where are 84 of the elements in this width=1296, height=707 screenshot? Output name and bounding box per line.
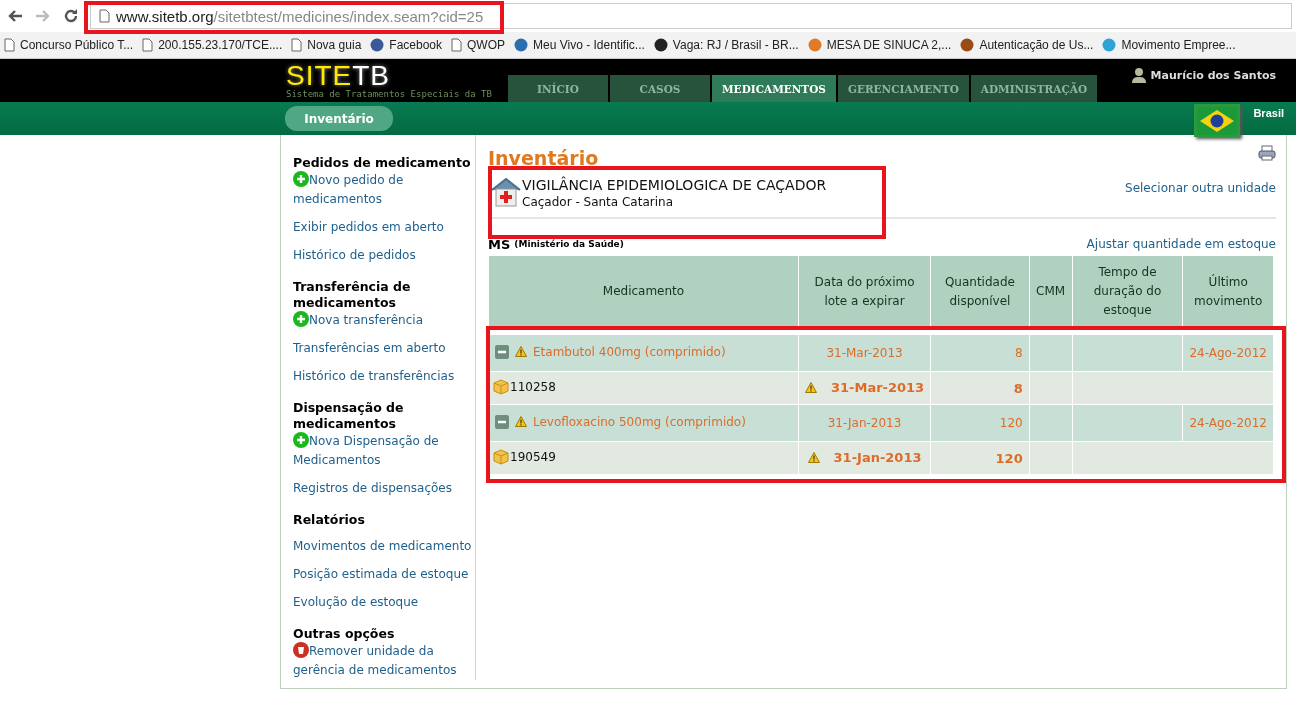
table-cell: 31-Mar-2013 [798, 335, 931, 371]
sidebar-link[interactable]: Histórico de pedidos [293, 246, 475, 265]
bookmark[interactable]: QWOP [451, 38, 505, 52]
sidebar-link[interactable]: Registros de dispensações [293, 479, 475, 498]
page-icon [99, 9, 110, 23]
collapse-icon[interactable] [495, 414, 509, 429]
table-cell: 120 [931, 405, 1029, 441]
table-cell: 24-Ago-2012 [1183, 335, 1273, 371]
table-cell: 8 [931, 335, 1029, 371]
address-bar[interactable]: www.sitetb.org/sitetbtest/medicines/index.seam?cid=25 [90, 3, 1292, 29]
page-icon [291, 38, 303, 52]
sidebar-link[interactable]: Remover unidade da gerência de medicamentos [293, 642, 475, 680]
table-cell: 24-Ago-2012 [1183, 405, 1273, 441]
column-header: Tempo de duração do estoque [1072, 256, 1183, 327]
bookmark[interactable]: MESA DE SINUCA 2,... [807, 38, 952, 52]
section-title: Outras opções [293, 626, 396, 642]
column-header: CMM [1029, 256, 1072, 327]
nav-tab[interactable]: CASOS [610, 75, 710, 102]
bookmark[interactable]: 200.155.23.170/TCE.... [142, 38, 283, 52]
sidebar-link[interactable]: Posição estimada de estoque [293, 565, 475, 584]
batch-quantity: 8 [1013, 380, 1023, 396]
column-header: Último movimento [1183, 256, 1273, 327]
sidebar-link[interactable]: Nova transferência [293, 311, 475, 330]
add-icon [293, 171, 309, 187]
section-title: Dispensação de medicamentos [293, 400, 405, 432]
trash-icon [293, 642, 309, 658]
user-name: Maurício dos Santos [1150, 68, 1276, 82]
page-icon [4, 38, 15, 52]
section-title: Transferência de medicamentos [293, 279, 412, 311]
sidebar-link[interactable]: Transferências em aberto [293, 339, 475, 358]
sidebar-link[interactable]: Histórico de transferências [293, 367, 475, 386]
unit-name: VIGILÂNCIA EPIDEMIOLOGICA DE CAÇADOR [522, 177, 827, 193]
forward-arrow-icon [35, 9, 51, 23]
section-title: Relatórios [293, 512, 366, 528]
table-cell: 31-Jan-2013 [798, 405, 931, 441]
package-icon [493, 448, 509, 465]
batch-number: 110258 [510, 379, 556, 394]
bookmark[interactable]: Nova guia [291, 38, 362, 52]
bookmark[interactable]: Facebook [370, 38, 442, 52]
bookmark[interactable]: Meu Vivo - Identific... [514, 38, 645, 52]
flag-icon [1197, 106, 1237, 135]
batch-number: 190549 [510, 449, 556, 464]
country-label: Brasil [1253, 107, 1284, 119]
flag-button[interactable] [1194, 104, 1240, 137]
batch-quantity: 120 [995, 450, 1023, 466]
section-title: Pedidos de medicamento [293, 155, 472, 171]
page-title: Inventário [488, 146, 599, 167]
bookmark[interactable]: Autenticação de Us... [960, 38, 1094, 52]
collapse-icon[interactable] [495, 344, 509, 359]
bookmark[interactable]: Movimento Empree... [1102, 38, 1236, 52]
clinic-icon [490, 177, 522, 207]
bookmark[interactable]: Vaga: RJ / Brasil - BR... [653, 38, 799, 52]
column-header: Data do próximo lote a expirar [798, 256, 931, 327]
sidebar-link[interactable]: Nova Dispensação de Medicamentos [293, 432, 475, 470]
column-header: Medicamento [489, 256, 798, 327]
back-arrow-icon [7, 9, 23, 23]
sidebar-link[interactable]: Exibir pedidos em aberto [293, 218, 475, 237]
nav-tab[interactable]: ADMINISTRAÇÃO [970, 75, 1098, 102]
page-icon [451, 38, 462, 52]
adjust-stock-link[interactable]: Ajustar quantidade em estoque [1086, 237, 1276, 251]
add-icon [293, 432, 309, 448]
tagline: Sistema de Tratamentos Especiais da TB [286, 88, 493, 99]
nav-tab[interactable]: INÍCIO [508, 75, 608, 102]
source-name: (Ministério da Saúde) [514, 239, 624, 249]
url-text: www.sitetb.org/sitetbtest/medicines/index.seam?cid=25 [116, 7, 484, 25]
batch-expiry: 31-Mar-2013 [830, 380, 925, 395]
nav-tab[interactable]: GERENCIAMENTO [837, 75, 969, 102]
source-code: MS [488, 236, 511, 252]
select-unit-link[interactable]: Selecionar outra unidade [1125, 181, 1276, 195]
page-icon [142, 38, 154, 52]
reload-icon [63, 8, 79, 24]
nav-tab[interactable]: MEDICAMENTOS [712, 75, 836, 102]
print-icon[interactable] [1258, 145, 1276, 161]
user-icon [1130, 67, 1147, 83]
sidebar-link[interactable]: Novo pedido de medicamentos [293, 171, 475, 209]
batch-expiry: 31-Jan-2013 [833, 450, 922, 465]
column-header: Quantidade disponível [931, 256, 1029, 327]
sidebar-link[interactable]: Movimentos de medicamento [293, 537, 475, 556]
unit-location: Caçador - Santa Catarina [522, 195, 674, 209]
logo-text: SITETB [286, 62, 390, 89]
package-icon [493, 378, 509, 395]
sidebar-link[interactable]: Evolução de estoque [293, 593, 475, 612]
add-icon [293, 311, 309, 327]
bookmark[interactable]: Concurso Público T... [4, 38, 134, 52]
